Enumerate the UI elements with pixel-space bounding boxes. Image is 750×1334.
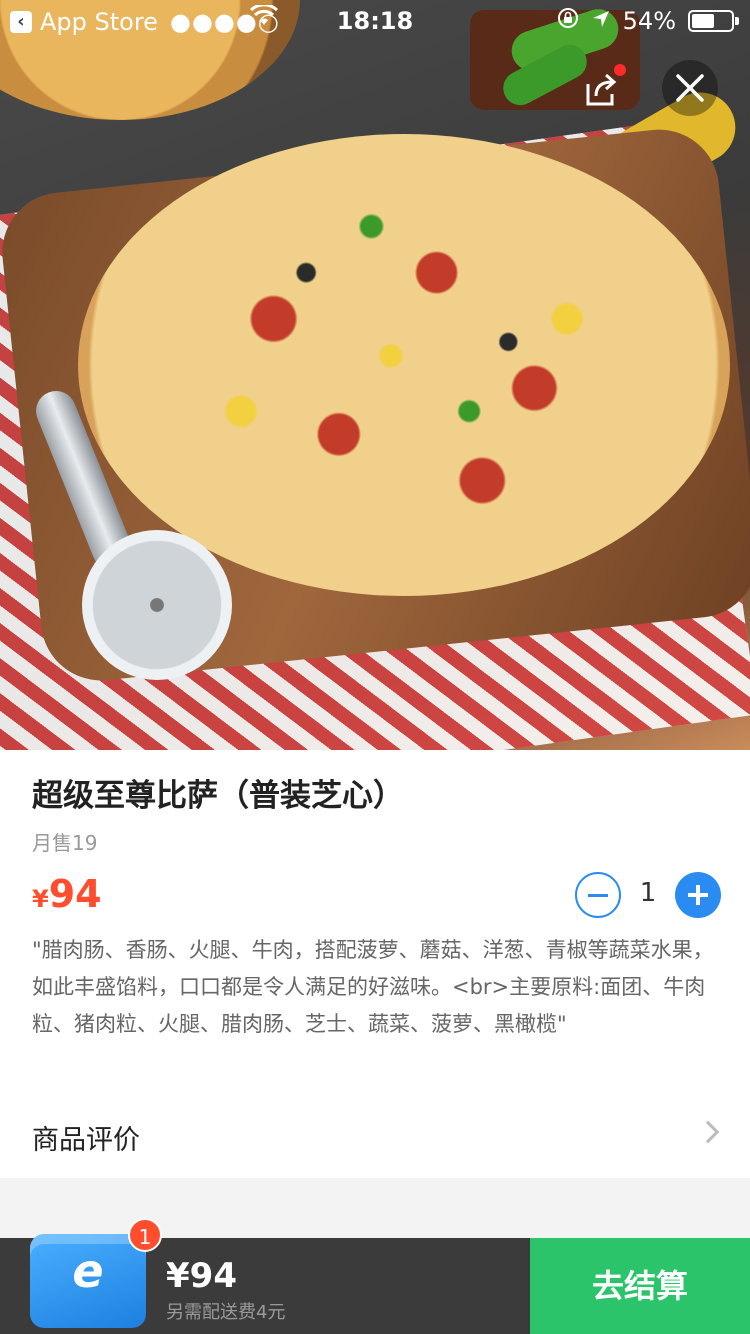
product-title: 超级至尊比萨（普装芝心）	[32, 778, 404, 814]
product-image	[0, 0, 750, 750]
share-button[interactable]	[582, 64, 626, 110]
product-detail-card: 超级至尊比萨（普装芝心） 月售19 ¥94 1 "腊肉肠、香肠、火腿、牛肉，搭配…	[0, 750, 750, 1178]
battery-icon	[688, 10, 739, 32]
quantity-stepper: 1	[575, 872, 721, 918]
product-price: ¥94	[32, 872, 102, 916]
notification-dot	[614, 64, 626, 76]
battery-percent: 54%	[622, 7, 676, 35]
cart-total: ¥94	[166, 1256, 237, 1296]
decrease-quantity-button[interactable]	[575, 872, 621, 918]
pizza-cutter-graphic	[10, 385, 232, 680]
price-value: 94	[48, 872, 102, 916]
cart-count-badge: 1	[128, 1218, 162, 1252]
delivery-fee-note: 另需配送费4元	[166, 1302, 286, 1323]
checkout-button[interactable]: 去结算	[530, 1238, 750, 1334]
product-reviews-row[interactable]: 商品评价	[0, 1090, 750, 1178]
product-detail-page: ‹ App Store ●●●●○ 18:18 54% 超级至尊比萨（普装芝心）…	[0, 0, 750, 1334]
share-icon	[586, 73, 617, 106]
cart-bar: e ¥94 另需配送费4元 去结算	[0, 1234, 750, 1334]
close-button[interactable]	[662, 60, 718, 116]
close-icon	[676, 74, 704, 102]
product-description: "腊肉肠、香肠、火腿、牛肉，搭配菠萝、蘑菇、洋葱、青椒等蔬菜水果，如此丰盛馅料，…	[32, 938, 714, 1036]
quantity-value: 1	[639, 878, 657, 908]
increase-quantity-button[interactable]	[675, 872, 721, 918]
reviews-label: 商品评价	[32, 1125, 140, 1156]
monthly-sales: 月售19	[32, 831, 98, 855]
chevron-right-icon	[696, 1120, 720, 1144]
price-currency: ¥	[32, 885, 49, 913]
orientation-lock-icon	[557, 7, 579, 35]
location-arrow-icon	[591, 7, 611, 35]
status-bar: ‹ App Store ●●●●○ 18:18 54%	[0, 0, 750, 40]
